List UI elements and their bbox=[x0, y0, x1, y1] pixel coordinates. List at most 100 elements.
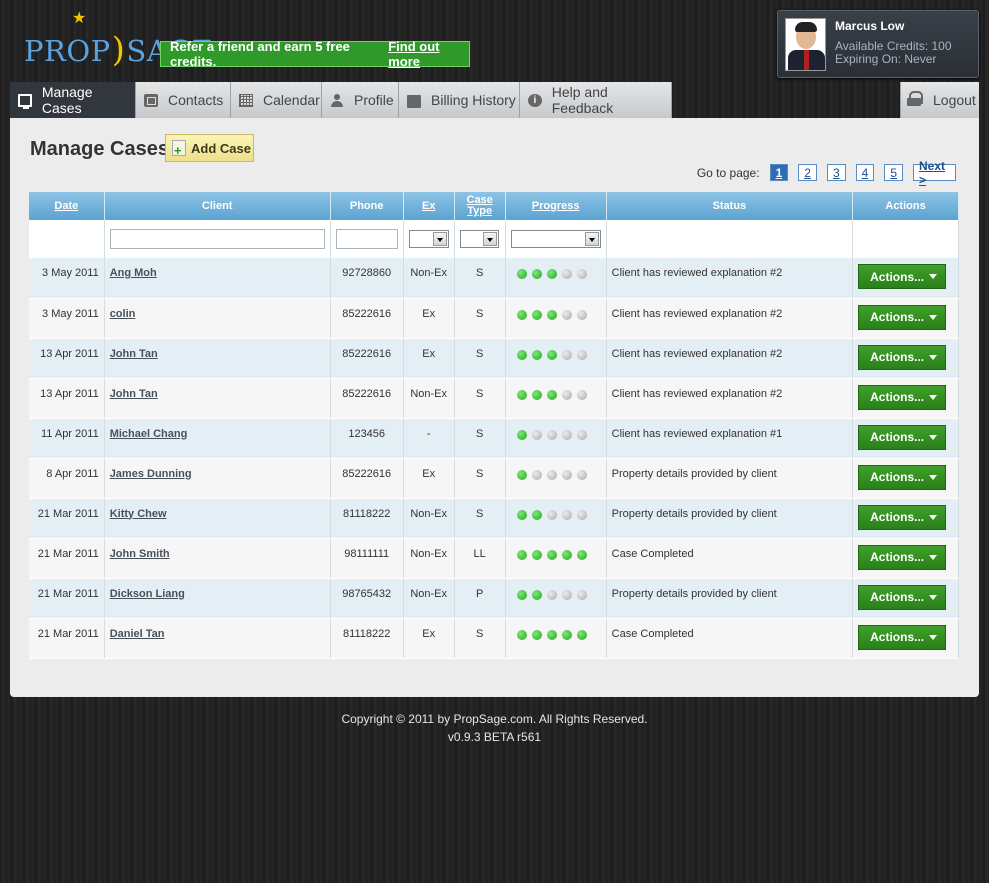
progress-dot bbox=[516, 429, 527, 440]
actions-dropdown-button[interactable]: Actions... bbox=[858, 344, 947, 370]
tab-calendar[interactable]: Calendar bbox=[231, 82, 322, 118]
progress-dot bbox=[531, 349, 542, 360]
tab-label: Billing History bbox=[431, 92, 516, 108]
caret-down-icon bbox=[929, 474, 938, 480]
tab-manage-cases[interactable]: Manage Cases bbox=[10, 82, 136, 118]
client-link[interactable]: Daniel Tan bbox=[110, 628, 165, 640]
actions-dropdown-button[interactable]: Actions... bbox=[858, 504, 947, 530]
progress-indicator bbox=[511, 628, 601, 640]
header-case-type[interactable]: Case Type bbox=[454, 192, 506, 220]
lock-icon bbox=[907, 91, 923, 106]
progress-dot bbox=[576, 509, 587, 520]
footer: Copyright © 2011 by PropSage.com. All Ri… bbox=[0, 710, 989, 746]
cell-status: Property details provided by client bbox=[606, 458, 854, 499]
actions-dropdown-button[interactable]: Actions... bbox=[858, 424, 947, 450]
next-page-link[interactable]: Next > bbox=[913, 159, 956, 187]
progress-dot bbox=[531, 429, 542, 440]
header-progress[interactable]: Progress bbox=[505, 192, 607, 220]
tab-help-feedback[interactable]: i Help and Feedback bbox=[520, 82, 672, 118]
cell-phone: 81118222 bbox=[330, 498, 404, 539]
actions-dropdown-button[interactable]: Actions... bbox=[858, 584, 947, 610]
client-link[interactable]: Michael Chang bbox=[110, 428, 188, 440]
client-link[interactable]: Ang Moh bbox=[110, 267, 157, 279]
progress-dot bbox=[561, 469, 572, 480]
header-client: Client bbox=[104, 192, 331, 220]
user-icon bbox=[330, 93, 344, 107]
cell-status: Client has reviewed explanation #2 bbox=[606, 378, 854, 419]
progress-dot bbox=[546, 389, 557, 400]
help-icon: i bbox=[528, 93, 542, 107]
page-2-link[interactable]: 2 bbox=[798, 164, 817, 181]
table-row: 21 Mar 2011 John Smith 98111111 Non-Ex LL Cas… bbox=[29, 538, 959, 579]
progress-indicator bbox=[511, 468, 601, 480]
actions-dropdown-button[interactable]: Actions... bbox=[858, 264, 947, 289]
caret-down-icon bbox=[929, 314, 938, 320]
page-3-link[interactable]: 3 bbox=[826, 164, 846, 181]
actions-label: Actions... bbox=[870, 390, 925, 404]
case-type-filter-select[interactable] bbox=[459, 230, 499, 248]
actions-dropdown-button[interactable]: Actions... bbox=[858, 464, 947, 490]
cell-progress bbox=[505, 538, 607, 579]
caret-down-icon bbox=[929, 274, 938, 279]
progress-indicator bbox=[511, 508, 601, 520]
cell-status: Property details provided by client bbox=[606, 578, 854, 619]
tab-billing-history[interactable]: Billing History bbox=[399, 82, 520, 118]
client-link[interactable]: John Smith bbox=[110, 548, 170, 560]
progress-dot bbox=[531, 509, 542, 520]
page-5-link[interactable]: 5 bbox=[884, 164, 903, 181]
table-row: 13 Apr 2011 John Tan 85222616 Non-Ex S Client… bbox=[29, 378, 959, 419]
progress-filter-select[interactable] bbox=[510, 230, 601, 248]
progress-dot bbox=[531, 549, 542, 560]
logout-label: Logout bbox=[933, 92, 976, 108]
actions-dropdown-button[interactable]: Actions... bbox=[858, 624, 947, 650]
cell-progress bbox=[505, 338, 607, 379]
logout-button[interactable]: Logout bbox=[900, 82, 979, 118]
client-link[interactable]: James Dunning bbox=[110, 468, 192, 480]
actions-label: Actions... bbox=[870, 430, 925, 444]
client-link[interactable]: colin bbox=[110, 308, 136, 320]
client-filter-input[interactable] bbox=[109, 229, 325, 249]
header-date[interactable]: Date bbox=[29, 192, 105, 220]
header-actions: Actions bbox=[852, 192, 959, 220]
progress-dot bbox=[576, 389, 587, 400]
actions-dropdown-button[interactable]: Actions... bbox=[858, 544, 947, 570]
actions-dropdown-button[interactable]: Actions... bbox=[858, 384, 947, 410]
tab-contacts[interactable]: Contacts bbox=[136, 82, 231, 118]
progress-dot bbox=[546, 469, 557, 480]
cell-ex: - bbox=[403, 418, 455, 459]
credits-expiry: Expiring On: Never bbox=[835, 52, 937, 66]
caret-down-icon bbox=[929, 594, 938, 600]
add-case-button[interactable]: Add Case bbox=[165, 134, 254, 162]
progress-dot bbox=[516, 469, 527, 480]
ex-filter-select[interactable] bbox=[408, 230, 449, 248]
progress-dot bbox=[546, 429, 557, 440]
client-link[interactable]: John Tan bbox=[110, 348, 158, 360]
progress-dot bbox=[531, 469, 542, 480]
page-1-link[interactable]: 1 bbox=[769, 164, 789, 181]
client-link[interactable]: Kitty Chew bbox=[110, 508, 167, 520]
caret-down-icon bbox=[929, 354, 938, 360]
actions-label: Actions... bbox=[870, 590, 925, 604]
progress-dot bbox=[561, 269, 572, 279]
progress-indicator bbox=[511, 388, 601, 400]
cell-ex: Ex bbox=[403, 298, 455, 339]
actions-dropdown-button[interactable]: Actions... bbox=[858, 304, 947, 330]
progress-dot bbox=[516, 629, 527, 640]
phone-filter-input[interactable] bbox=[335, 229, 398, 249]
cell-case-type: S bbox=[454, 338, 506, 379]
client-link[interactable]: John Tan bbox=[110, 388, 158, 400]
page-title: Manage Cases bbox=[30, 138, 169, 160]
propsage-logo[interactable]: ★ PROP)SAGE bbox=[24, 10, 213, 72]
tab-profile[interactable]: Profile bbox=[322, 82, 399, 118]
progress-dot bbox=[576, 429, 587, 440]
cell-status: Case Completed bbox=[606, 618, 854, 659]
client-link[interactable]: Dickson Liang bbox=[110, 588, 185, 600]
add-case-label: Add Case bbox=[191, 140, 251, 156]
find-out-more-link[interactable]: Find out more bbox=[388, 39, 469, 69]
version-text: v0.9.3 BETA r561 bbox=[447, 730, 542, 744]
caret-down-icon bbox=[929, 514, 938, 520]
progress-dot bbox=[576, 309, 587, 320]
header-ex[interactable]: Ex bbox=[403, 192, 455, 220]
actions-label: Actions... bbox=[870, 550, 925, 564]
page-4-link[interactable]: 4 bbox=[855, 164, 875, 181]
